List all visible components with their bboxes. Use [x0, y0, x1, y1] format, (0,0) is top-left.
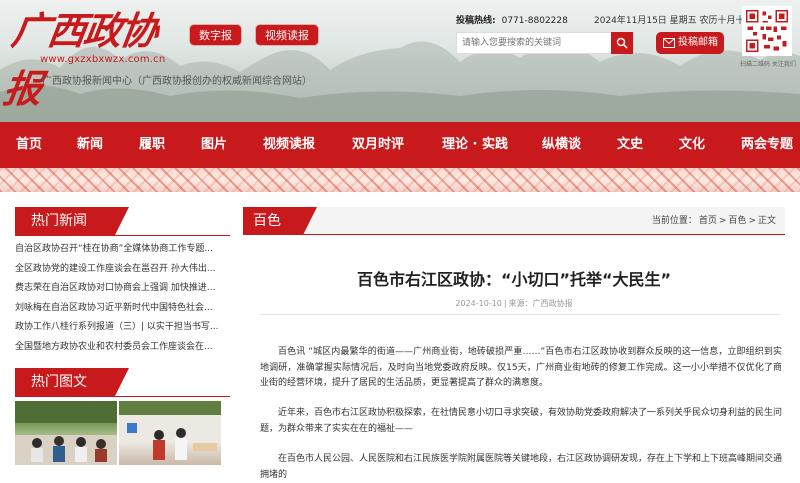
- article-title: 百色市右江区政协：“小切口”托举“大民生”: [356, 270, 672, 289]
- photo-scene-image: [119, 401, 221, 460]
- current-date: 2024年11月15日 星期五 农历十月十五: [594, 16, 754, 26]
- news-item[interactable]: 自治区政协召开“桂在协商”全媒体协商工作专题...: [15, 240, 230, 260]
- breadcrumb-separator: >: [748, 216, 756, 226]
- mail-icon: [663, 38, 675, 48]
- nav-item-photos[interactable]: 图片: [201, 122, 227, 168]
- site-logo[interactable]: 广西政协报: [1, 2, 176, 111]
- article-date: 2024-10-10: [455, 299, 502, 308]
- submission-mail-button[interactable]: 投稿邮箱: [656, 32, 724, 54]
- qr-caption: 扫描二维码 关注我们: [740, 61, 796, 68]
- article-meta: 2024-10-10 | 来源：广西政协报: [243, 298, 785, 309]
- search-icon: [616, 37, 628, 49]
- nav-item-home[interactable]: 首页: [16, 122, 42, 168]
- breadcrumb-current: 正文: [757, 216, 776, 226]
- hot-pictures-title: 热门图文: [15, 368, 129, 396]
- nav-item-theory[interactable]: 理论 · 实践: [442, 122, 508, 168]
- digital-paper-button[interactable]: 数字报: [189, 24, 242, 46]
- article-source: 来源：广西政协报: [508, 299, 573, 308]
- hotline-label: 投稿热线:: [456, 16, 496, 26]
- article-paragraph: 百色讯 “城区内最繁华的街道——广州商业街，地砖破损严重……”百色市右江区政协收…: [260, 347, 782, 388]
- divider: [260, 314, 780, 315]
- qr-code-icon: [742, 6, 792, 56]
- hot-news-list: 自治区政协召开“桂在协商”全媒体协商工作专题... 全区政协党的建设工作座谈会在…: [15, 240, 230, 357]
- nav-item-commentary[interactable]: 双月时评: [352, 122, 404, 168]
- breadcrumb: 当前位置： 首页 > 百色 > 正文: [651, 207, 777, 235]
- hot-photo-thumbnail[interactable]: [119, 401, 221, 465]
- hotline-number: 0771-8802228: [501, 16, 568, 26]
- search-box: [456, 32, 634, 54]
- search-button[interactable]: [611, 32, 633, 54]
- nav-item-history[interactable]: 文史: [617, 122, 643, 168]
- section-header: 百色 当前位置： 首页 > 百色 > 正文: [243, 207, 785, 235]
- article-paragraph: 近年来，百色市右江区政协积极探索，在社情民意小切口寻求突破，有效协助党委政府解决…: [260, 408, 783, 434]
- meta-separator: |: [503, 299, 507, 308]
- news-item[interactable]: 刘咏梅在自治区政协习近平新时代中国特色社会...: [15, 299, 230, 319]
- nav-item-two-sessions[interactable]: 两会专题: [741, 122, 793, 168]
- hotline: 投稿热线: 0771-8802228: [456, 13, 568, 26]
- breadcrumb-separator: >: [718, 216, 727, 226]
- breadcrumb-section[interactable]: 百色: [728, 216, 746, 226]
- nav-item-duty[interactable]: 履职: [139, 122, 165, 168]
- news-item[interactable]: 全国暨地方政协农业和农村委员会工作座谈会在...: [15, 338, 230, 358]
- hot-photo-thumbnail[interactable]: [15, 401, 117, 465]
- news-item[interactable]: 费志荣在自治区政协对口协商会上强调 加快推进...: [15, 279, 230, 299]
- breadcrumb-label: 当前位置：: [651, 216, 697, 226]
- main-nav: 首页 新闻 履职 图片 视频读报 双月时评 理论 · 实践 纵横谈 文史 文化 …: [0, 122, 800, 168]
- logo-url: www.gxzxbxwzx.com.cn: [40, 54, 166, 65]
- nav-item-perspective[interactable]: 纵横谈: [542, 122, 581, 168]
- decorative-pattern-band: [0, 168, 800, 192]
- search-input[interactable]: [457, 33, 613, 53]
- site-header: 广西政协报 www.gxzxbxwzx.com.cn 广西政协报新闻中心（广西政…: [0, 0, 800, 122]
- photo-scene-image: [15, 401, 117, 465]
- mail-label: 投稿邮箱: [678, 37, 718, 48]
- divider: [15, 396, 230, 397]
- news-item[interactable]: 全区政协党的建设工作座谈会在邕召开 孙大伟出...: [15, 260, 230, 280]
- nav-item-culture[interactable]: 文化: [679, 122, 705, 168]
- divider: [15, 235, 230, 236]
- video-reading-button[interactable]: 视频读报: [255, 24, 319, 46]
- article-paragraph: 在百色市人民公园、人民医院和右江民族医学院附属医院等关键地段，右江区政协调研发现…: [260, 454, 783, 480]
- breadcrumb-home[interactable]: 首页: [699, 216, 717, 226]
- section-tag[interactable]: 百色: [243, 207, 317, 235]
- nav-item-video[interactable]: 视频读报: [263, 122, 315, 168]
- news-item[interactable]: 政协工作八桂行系列报道（三）| 以实干担当书写...: [15, 318, 230, 338]
- hot-news-title: 热门新闻: [15, 207, 129, 235]
- site-description: 广西政协报新闻中心（广西政协报创办的权威新闻综合网站）: [42, 76, 312, 87]
- nav-item-news[interactable]: 新闻: [77, 122, 103, 168]
